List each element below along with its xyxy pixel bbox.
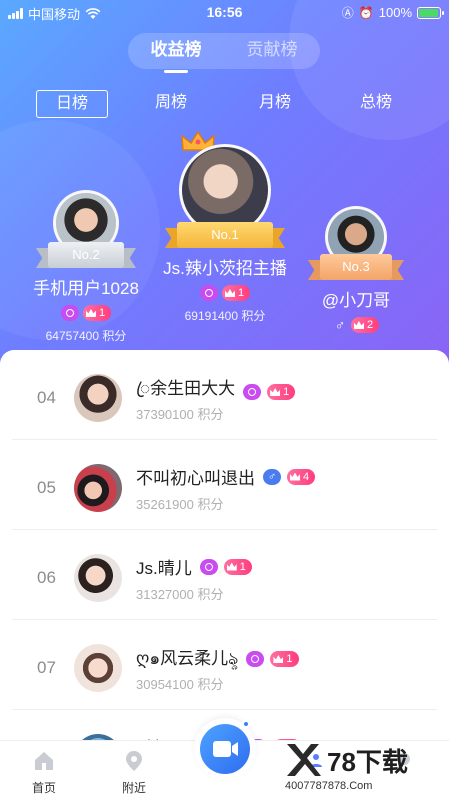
x-logo-icon <box>287 744 321 776</box>
battery-icon <box>417 6 444 19</box>
rank-ribbon: No.3 <box>308 254 404 280</box>
watermark-phone: 4007787878.Com <box>285 780 373 792</box>
notification-dot <box>242 720 250 728</box>
watermark-brand: 78下载 <box>327 747 408 777</box>
list-item[interactable]: 07 ღ๑风云柔儿ৡ 1 30954100 积分 <box>12 620 437 710</box>
list-item[interactable]: 05 不叫初心叫退出 ♂ 4 35261900 积分 <box>12 440 437 530</box>
crown-icon <box>270 388 281 396</box>
nav-home-label: 首页 <box>31 781 56 795</box>
crown-icon <box>226 562 237 571</box>
user-name: 不叫初心叫退出 <box>136 469 255 488</box>
user-name: Js.晴儿 <box>136 559 192 578</box>
avatar <box>74 374 122 422</box>
avatar <box>74 464 122 512</box>
podium-points: 64757400 积分 <box>45 329 127 343</box>
rank-number: 05 <box>37 478 56 497</box>
search-badge-icon <box>199 285 218 301</box>
site-watermark: 78下载 4007787878.Com <box>283 736 443 796</box>
tab-monthly[interactable]: 月榜 <box>259 90 291 118</box>
user-points: 37390100 积分 <box>136 407 224 422</box>
tab-earnings[interactable]: 收益榜 <box>128 33 224 73</box>
video-camera-icon <box>213 741 238 757</box>
alarm-icon: ⏰ <box>358 5 374 20</box>
nav-home[interactable]: 首页 <box>14 749 74 796</box>
rank-number: 04 <box>37 388 56 407</box>
crown-icon <box>273 655 284 663</box>
tab-contribution[interactable]: 贡献榜 <box>224 33 320 69</box>
nav-nearby-label: 附近 <box>121 781 146 795</box>
podium-first[interactable]: No.1 Js.辣小茨招主播 1 69191400 积分 <box>160 128 290 324</box>
podium-name: @小刀哥 <box>321 291 391 310</box>
rank-ribbon: No.1 <box>165 222 285 248</box>
podium-points: 69191400 积分 <box>184 309 266 323</box>
user-points: 35261900 积分 <box>136 497 224 512</box>
level-badge: 4 <box>287 468 316 485</box>
period-tabs: 日榜 周榜 月榜 总榜 <box>0 90 449 120</box>
male-icon: ♂ <box>334 317 346 333</box>
podium-second[interactable]: No.2 手机用户1028 1 64757400 积分 <box>30 190 142 344</box>
avatar <box>74 644 122 692</box>
user-points: 30954100 积分 <box>136 677 224 692</box>
list-item[interactable]: 06 Js.晴儿 1 31327000 积分 <box>12 530 437 620</box>
crown-icon <box>224 289 235 297</box>
rank-number: 07 <box>37 658 56 677</box>
status-bar: 中国移动 16:56 Ⓐ ⏰ 100% <box>0 0 449 24</box>
lock-rotation-icon: Ⓐ <box>341 6 354 20</box>
battery-percent: 100% <box>378 5 412 20</box>
nav-nearby[interactable]: 附近 <box>104 749 164 796</box>
male-icon: ♂ <box>263 468 281 485</box>
tab-daily[interactable]: 日榜 <box>36 90 108 118</box>
podium-third[interactable]: No.3 @小刀哥 ♂ 2 <box>304 206 408 339</box>
crown-icon <box>353 321 364 329</box>
go-live-button[interactable] <box>194 718 256 780</box>
user-points: 31327000 积分 <box>136 587 224 602</box>
rank-ribbon: No.2 <box>36 242 136 268</box>
search-badge-icon <box>246 651 265 667</box>
avatar <box>74 554 122 602</box>
level-badge: 1 <box>267 384 296 400</box>
crown-icon <box>290 472 300 481</box>
podium-name: 手机用户1028 <box>33 279 139 298</box>
search-badge-icon <box>199 558 218 575</box>
ranking-type-tabs: 收益榜 贡献榜 <box>128 33 320 73</box>
home-icon <box>35 752 53 770</box>
search-badge-icon <box>243 384 262 400</box>
level-badge: 1 <box>82 305 112 321</box>
rank-number: 06 <box>37 568 56 587</box>
level-badge: 2 <box>350 317 380 333</box>
level-badge: 1 <box>270 651 299 667</box>
location-pin-icon <box>126 751 142 771</box>
level-badge: 1 <box>223 558 252 575</box>
list-item[interactable]: 04 ꦿ余生田大大 1 37390100 积分 <box>12 350 437 440</box>
tab-all-time[interactable]: 总榜 <box>360 90 392 118</box>
level-badge: 1 <box>221 285 251 301</box>
search-badge-icon <box>60 305 79 321</box>
crown-icon <box>85 309 96 317</box>
user-name: ღ๑风云柔儿ৡ <box>136 649 239 668</box>
tab-weekly[interactable]: 周榜 <box>155 90 187 118</box>
